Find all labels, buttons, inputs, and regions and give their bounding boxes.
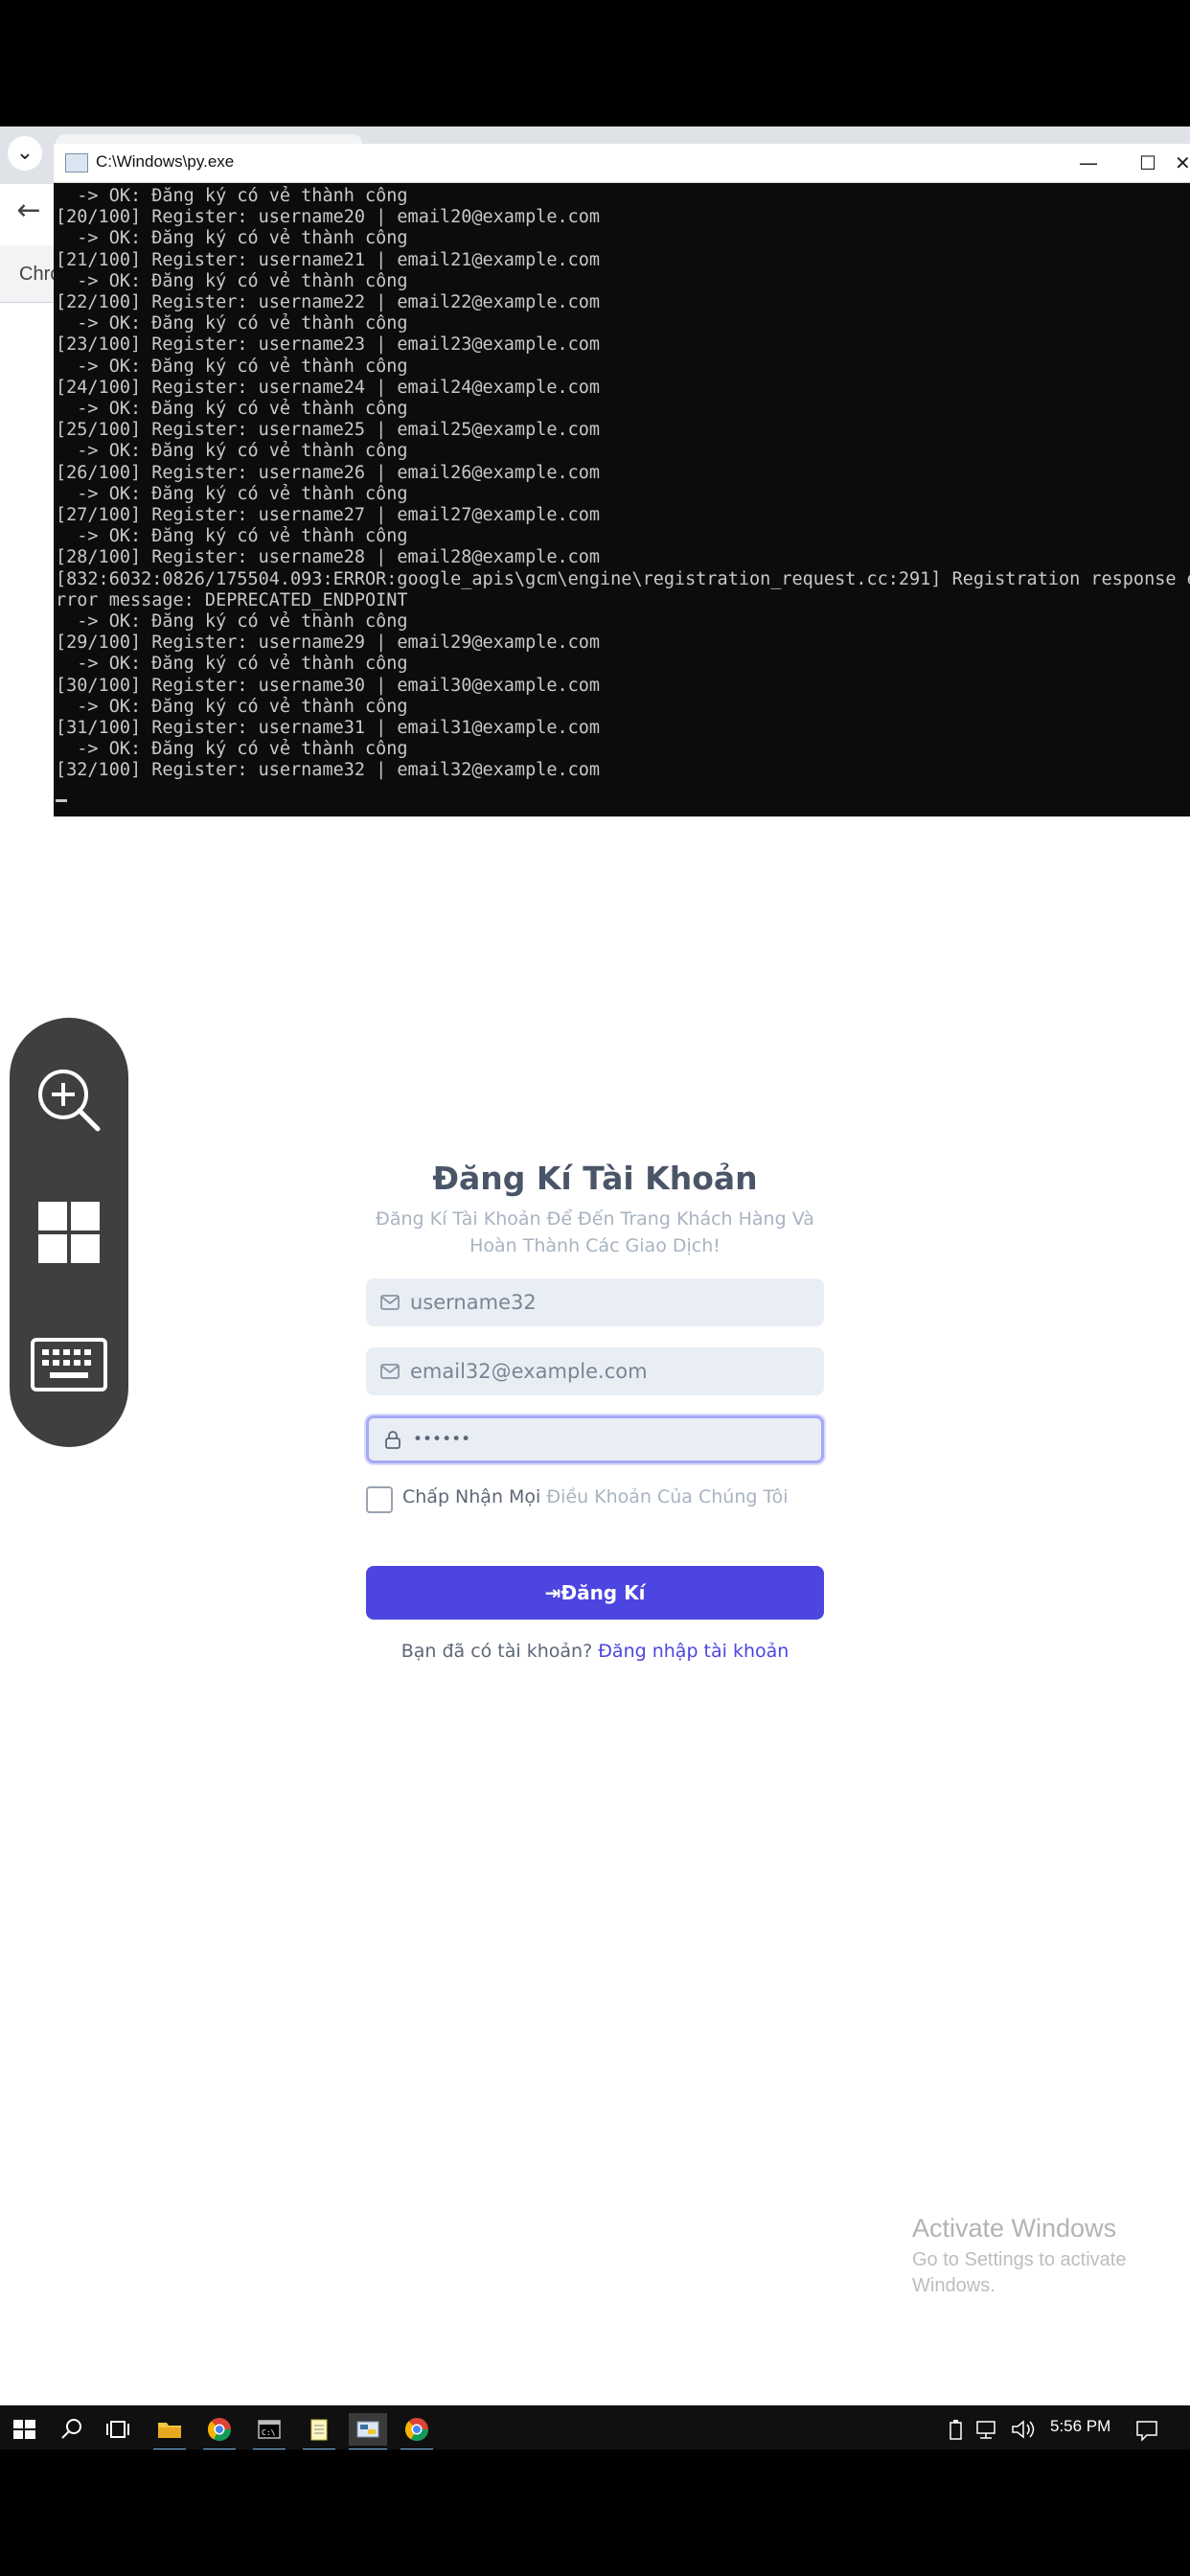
search-icon[interactable] xyxy=(56,2413,88,2446)
back-arrow-icon[interactable]: ← xyxy=(10,192,48,230)
register-subtitle: Đăng Kí Tài Khoản Để Đến Trang Khách Hàn… xyxy=(376,1208,814,1256)
console-line: [30/100] Register: username30 | email30@… xyxy=(56,675,601,696)
start-icon[interactable] xyxy=(8,2413,40,2446)
console-line: [28/100] Register: username28 | email28@… xyxy=(56,547,601,568)
mail-icon xyxy=(380,1295,400,1310)
console-line: -> OK: Đăng ký có vẻ thành công xyxy=(56,399,408,420)
console-line: [20/100] Register: username20 | email20@… xyxy=(56,207,601,228)
console-line: -> OK: Đăng ký có vẻ thành công xyxy=(56,611,408,632)
console-app-icon xyxy=(65,153,88,172)
terms-checkbox[interactable] xyxy=(366,1486,393,1513)
email-field[interactable] xyxy=(366,1347,824,1395)
clock[interactable]: 5:56 PM xyxy=(1050,2417,1110,2436)
bottom-black-bar xyxy=(0,2450,1190,2576)
console-title: C:\Windows\py.exe xyxy=(96,152,235,171)
login-prompt: Bạn đã có tài khoản? xyxy=(400,1641,593,1662)
windows-icon[interactable] xyxy=(31,1194,107,1271)
chrome-icon[interactable] xyxy=(203,2413,236,2451)
console-line: [26/100] Register: username26 | email26@… xyxy=(56,462,601,483)
terms-label[interactable]: Chấp Nhận Mọi Điều Khoản Của Chúng Tôi xyxy=(402,1486,789,1507)
top-black-bar xyxy=(0,0,1190,126)
floating-tool-panel xyxy=(10,1018,128,1447)
console-line: -> OK: Đăng ký có vẻ thành công xyxy=(56,483,408,504)
username-input[interactable] xyxy=(410,1278,803,1326)
lock-icon xyxy=(385,1431,400,1449)
username-field[interactable] xyxy=(366,1278,824,1326)
console-line: -> OK: Đăng ký có vẻ thành công xyxy=(56,356,408,377)
console-line: [24/100] Register: username24 | email24@… xyxy=(56,377,601,398)
console-line: [32/100] Register: username32 | email32@… xyxy=(56,760,601,781)
login-link[interactable]: Đăng nhập tài khoản xyxy=(598,1641,789,1662)
console-line: -> OK: Đăng ký có vẻ thành công xyxy=(56,696,408,717)
console-line: [31/100] Register: username31 | email31@… xyxy=(56,718,601,739)
battery-icon[interactable] xyxy=(945,2413,968,2446)
browser-bookmark-stub[interactable]: Chro xyxy=(0,245,54,303)
console-line: -> OK: Đăng ký có vẻ thành công xyxy=(56,441,408,462)
console-cursor xyxy=(56,798,67,802)
network-icon[interactable] xyxy=(973,2413,1002,2446)
console-line: [22/100] Register: username22 | email22@… xyxy=(56,292,601,313)
console-window[interactable]: C:\Windows\py.exe — ☐ ✕ -> OK: Đăng ký c… xyxy=(54,144,1190,816)
tab-search-dropdown-icon[interactable]: ⌄ xyxy=(8,136,42,171)
console-line: [25/100] Register: username25 | email25@… xyxy=(56,420,601,441)
command-prompt-icon[interactable]: C:\ xyxy=(253,2413,286,2451)
console-line: [23/100] Register: username23 | email23@… xyxy=(56,334,601,356)
chrome-icon-2[interactable] xyxy=(400,2413,433,2451)
console-line: -> OK: Đăng ký có vẻ thành công xyxy=(56,186,408,206)
terms-link[interactable]: Điều Khoản Của Chúng Tôi xyxy=(546,1486,788,1507)
notepad-icon[interactable] xyxy=(303,2413,335,2451)
keyboard-icon[interactable] xyxy=(31,1326,107,1403)
volume-icon[interactable] xyxy=(1008,2413,1037,2446)
email-input[interactable] xyxy=(410,1347,803,1395)
register-button-label: Đăng Kí xyxy=(561,1581,646,1604)
close-button[interactable]: ✕ xyxy=(1175,148,1190,178)
minimize-button[interactable]: — xyxy=(1060,148,1117,178)
terms-label-prefix: Chấp Nhận Mọi xyxy=(402,1486,541,1507)
console-line: [832:6032:0826/175504.093:ERROR:google_a… xyxy=(56,568,1190,589)
console-line: -> OK: Đăng ký có vẻ thành công xyxy=(56,654,408,675)
console-line: -> OK: Đăng ký có vẻ thành công xyxy=(56,313,408,334)
console-line: rror message: DEPRECATED_ENDPOINT xyxy=(56,589,408,610)
zoom-in-icon[interactable] xyxy=(31,1062,107,1138)
taskbar: C:\ 5:56 PM xyxy=(0,2405,1190,2451)
task-view-icon[interactable] xyxy=(102,2413,134,2446)
password-input[interactable] xyxy=(413,1415,806,1463)
console-titlebar[interactable]: C:\Windows\py.exe — ☐ ✕ xyxy=(54,144,1190,183)
activate-windows-title: Activate Windows xyxy=(912,2214,1117,2242)
console-line: -> OK: Đăng ký có vẻ thành công xyxy=(56,739,408,760)
console-line: -> OK: Đăng ký có vẻ thành công xyxy=(56,270,408,291)
notification-icon[interactable] xyxy=(1131,2413,1163,2446)
sign-in-icon: ⇥ xyxy=(544,1581,561,1604)
console-line: [29/100] Register: username29 | email29@… xyxy=(56,632,601,654)
register-title: Đăng Kí Tài Khoản xyxy=(432,1160,758,1197)
mail-icon xyxy=(380,1364,400,1379)
password-field[interactable] xyxy=(366,1415,824,1463)
file-explorer-icon[interactable] xyxy=(153,2413,186,2451)
console-line: [27/100] Register: username27 | email27@… xyxy=(56,505,601,526)
login-prompt-line: Bạn đã có tài khoản? Đăng nhập tài khoản xyxy=(0,1641,1190,1662)
python-console-taskbar-icon[interactable] xyxy=(349,2413,387,2451)
register-button[interactable]: ⇥Đăng Kí xyxy=(366,1566,824,1620)
console-line: [21/100] Register: username21 | email21@… xyxy=(56,249,601,270)
console-line: -> OK: Đăng ký có vẻ thành công xyxy=(56,526,408,547)
svg-text:C:\: C:\ xyxy=(262,2428,276,2437)
maximize-button[interactable]: ☐ xyxy=(1119,148,1177,178)
activate-windows-subtitle: Go to Settings to activate Windows. xyxy=(912,2249,1127,2296)
console-output: -> OK: Đăng ký có vẻ thành công [20/100] … xyxy=(56,186,1190,815)
console-line: -> OK: Đăng ký có vẻ thành công xyxy=(56,228,408,249)
